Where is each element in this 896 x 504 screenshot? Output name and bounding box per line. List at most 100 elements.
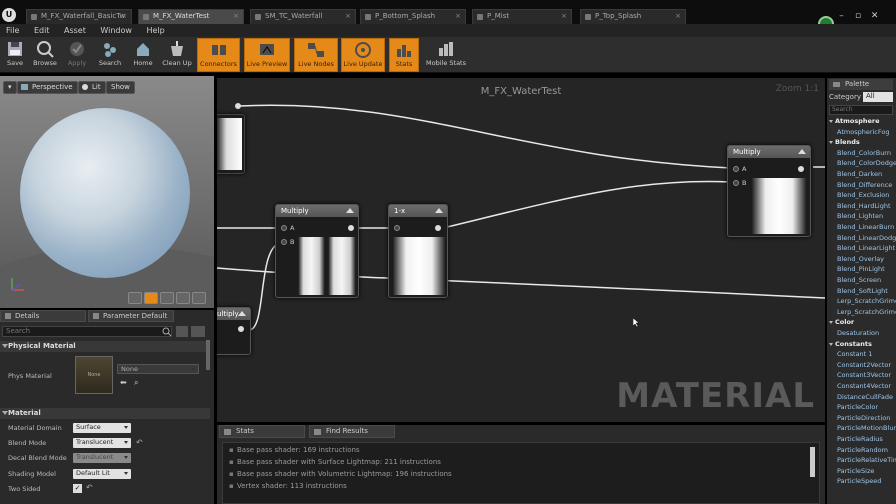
live-update-button[interactable]: Live Update (341, 38, 385, 72)
phys-material-thumbnail[interactable]: None (75, 356, 113, 394)
output-pin[interactable] (435, 225, 441, 231)
phys-material-dropdown[interactable]: None (117, 364, 199, 374)
mobile-stats-button[interactable]: Mobile Stats (422, 38, 470, 72)
graph-node-multiply-right[interactable]: Multiply A B (727, 145, 811, 237)
graph-node-one-minus[interactable]: 1-x (388, 204, 448, 298)
sphere-preview-icon[interactable] (144, 292, 158, 304)
palette-item[interactable]: Blend_Difference (837, 181, 892, 189)
blend-mode-dropdown[interactable]: Translucent (73, 438, 131, 448)
close-icon[interactable]: × (345, 10, 351, 23)
maximize-icon[interactable]: ▫ (851, 11, 865, 21)
palette-item[interactable]: Lerp_ScratchGrime (837, 297, 896, 305)
plane-preview-icon[interactable] (160, 292, 174, 304)
palette-category-header[interactable]: Color (829, 318, 854, 326)
tab-find-results[interactable]: Find Results (309, 425, 395, 438)
output-pin[interactable] (348, 225, 354, 231)
tab-p-mist[interactable]: P_Mist × (472, 9, 572, 24)
palette-item[interactable]: DistanceCullFade (837, 393, 893, 401)
tab-stats[interactable]: Stats (219, 425, 305, 438)
show-button[interactable]: Show (106, 81, 135, 94)
close-icon[interactable]: × (121, 10, 127, 23)
section-physical-material[interactable]: Physical Material (0, 341, 210, 352)
palette-category-header[interactable]: Constants (829, 340, 872, 348)
palette-item[interactable]: ParticleRandom (837, 446, 888, 454)
graph-node-partial-top[interactable] (217, 114, 245, 174)
close-icon[interactable]: × (561, 10, 567, 23)
category-dropdown[interactable]: All (863, 92, 893, 102)
output-pin[interactable] (235, 103, 241, 109)
palette-item[interactable]: Blend_SoftLight (837, 287, 888, 295)
tab-p-bottom-splash[interactable]: P_Bottom_Splash × (360, 9, 466, 24)
palette-item[interactable]: Desaturation (837, 329, 879, 337)
cube-preview-icon[interactable] (176, 292, 190, 304)
live-preview-button[interactable]: Live Preview (244, 38, 290, 72)
mesh-preview-icon[interactable] (192, 292, 206, 304)
save-button[interactable]: Save (2, 38, 28, 72)
live-nodes-button[interactable]: Live Nodes (294, 38, 338, 72)
palette-item[interactable]: Blend_Darken (837, 170, 882, 178)
output-pin[interactable] (238, 326, 244, 332)
graph-node-multiply-left[interactable]: Multiply A B (275, 204, 359, 298)
input-pin-a[interactable] (733, 166, 739, 172)
viewport-options-button[interactable]: ▾ (3, 81, 17, 94)
palette-item[interactable]: Constant3Vector (837, 371, 891, 379)
menu-asset[interactable]: Asset (58, 24, 92, 37)
tab-palette[interactable]: Palette (829, 79, 893, 90)
palette-item[interactable]: Lerp_ScratchGrime2 (837, 308, 896, 316)
close-icon[interactable]: × (675, 10, 681, 23)
reset-arrow-icon[interactable]: ↶ (86, 483, 93, 492)
palette-category-header[interactable]: Blends (829, 138, 860, 146)
connectors-button[interactable]: Connectors (197, 38, 240, 72)
lit-button[interactable]: Lit (78, 81, 106, 94)
close-window-icon[interactable]: ✕ (868, 11, 882, 21)
search-button[interactable]: Search (95, 38, 125, 72)
close-icon[interactable]: × (233, 10, 239, 23)
browse-asset-icon[interactable]: ⌕ (134, 378, 138, 388)
details-search-input[interactable]: Search (2, 326, 172, 337)
palette-item[interactable]: ParticleRadius (837, 435, 883, 443)
use-selected-arrow-icon[interactable]: ⬅ (120, 378, 127, 387)
palette-item[interactable]: ParticleMotionBlur (837, 424, 896, 432)
minimize-icon[interactable]: – (835, 11, 849, 21)
grid-view-icon[interactable] (176, 326, 188, 337)
palette-item[interactable]: Blend_Lighten (837, 212, 883, 220)
palette-item[interactable]: ParticleSize (837, 467, 874, 475)
apply-button[interactable]: Apply (62, 38, 92, 72)
palette-item[interactable]: Blend_HardLight (837, 202, 891, 210)
shading-model-dropdown[interactable]: Default Lit (73, 469, 131, 479)
input-pin-a[interactable] (281, 225, 287, 231)
tab-details[interactable]: Details (0, 310, 86, 322)
palette-item[interactable]: Blend_LinearDodge (837, 234, 896, 242)
browse-button[interactable]: Browse (30, 38, 60, 72)
graph-node-multiply-partial[interactable]: ultiply (217, 307, 251, 355)
material-domain-dropdown[interactable]: Surface (73, 423, 131, 433)
tab-m-fx-watertest[interactable]: M_FX_WaterTest × (138, 9, 244, 24)
palette-item[interactable]: Constant2Vector (837, 361, 891, 369)
palette-item[interactable]: Blend_LinearLight (837, 244, 895, 252)
tab-m-fx-waterfall[interactable]: M_FX_Waterfall_BasicTw × (26, 9, 132, 24)
palette-item[interactable]: Constant 1 (837, 350, 872, 358)
palette-item[interactable]: Constant4Vector (837, 382, 891, 390)
perspective-button[interactable]: Perspective (17, 81, 78, 94)
palette-item[interactable]: Blend_LinearBurn (837, 223, 894, 231)
palette-search-input[interactable]: Search (829, 105, 893, 115)
palette-item[interactable]: ParticleSpeed (837, 477, 881, 485)
palette-item[interactable]: Blend_Overlay (837, 255, 884, 263)
input-pin-b[interactable] (733, 180, 739, 186)
palette-item[interactable]: Blend_ColorBurn (837, 149, 891, 157)
palette-category-header[interactable]: Atmosphere (829, 117, 880, 125)
home-button[interactable]: Home (128, 38, 158, 72)
palette-item[interactable]: ParticleRelativeTime (837, 456, 896, 464)
palette-item[interactable]: Blend_Exclusion (837, 191, 889, 199)
input-pin-b[interactable] (281, 239, 287, 245)
menu-help[interactable]: Help (141, 24, 171, 37)
palette-item[interactable]: AtmosphericFog (837, 128, 889, 136)
palette-item[interactable]: ParticleDirection (837, 414, 890, 422)
palette-item[interactable]: Blend_Screen (837, 276, 881, 284)
palette-item[interactable]: Blend_ColorDodge (837, 159, 896, 167)
palette-item[interactable]: Blend_PinLight (837, 265, 885, 273)
eye-visibility-icon[interactable] (191, 326, 205, 337)
section-material[interactable]: Material (0, 408, 210, 419)
cylinder-preview-icon[interactable] (128, 292, 142, 304)
clean-up-button[interactable]: Clean Up (160, 38, 194, 72)
